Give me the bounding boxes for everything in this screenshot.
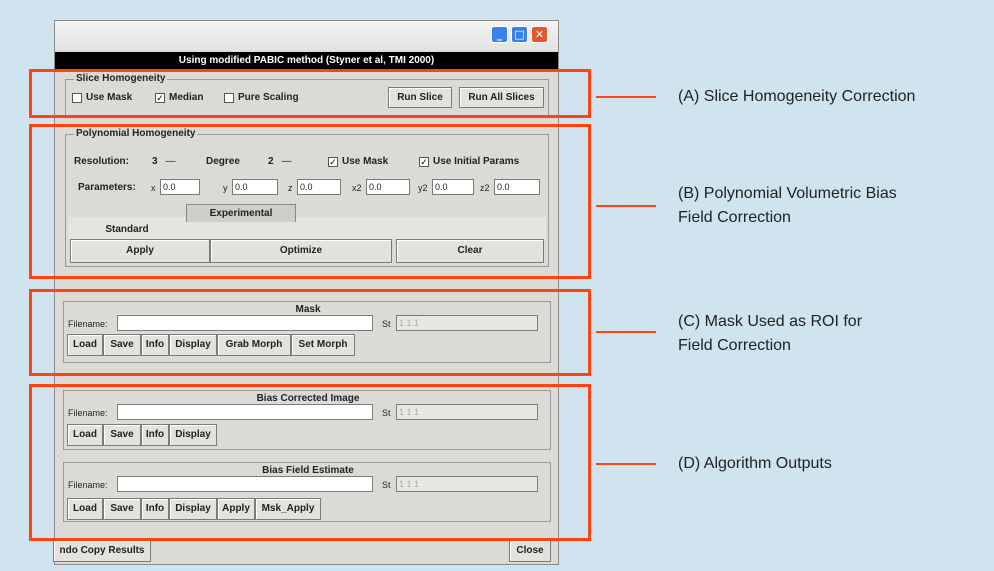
undo-copy-results-button[interactable]: ndo Copy Results	[53, 540, 151, 562]
annotation-c-line1: (C) Mask Used as ROI for	[678, 313, 863, 330]
annotation-b-line2: Field Correction	[678, 209, 791, 226]
title-bar: _ □ ✕	[55, 21, 558, 51]
highlight-box-c	[29, 289, 591, 376]
arrow-a	[596, 96, 656, 98]
method-header: Using modified PABIC method (Styner et a…	[55, 52, 558, 69]
annotation-c-line2: Field Correction	[678, 337, 791, 354]
minimize-button[interactable]: _	[491, 26, 508, 43]
maximize-button[interactable]: □	[511, 26, 528, 43]
arrow-b	[596, 205, 656, 207]
annotation-b-line1: (B) Polynomial Volumetric Bias	[678, 185, 897, 202]
arrow-d	[596, 463, 656, 465]
close-button[interactable]: Close	[509, 540, 551, 562]
annotation-a: (A) Slice Homogeneity Correction	[678, 88, 916, 105]
close-window-button[interactable]: ✕	[531, 26, 548, 43]
highlight-box-b	[29, 124, 591, 279]
arrow-c	[596, 331, 656, 333]
highlight-box-d	[29, 384, 591, 541]
highlight-box-a	[29, 69, 591, 118]
annotation-d: (D) Algorithm Outputs	[678, 455, 832, 472]
